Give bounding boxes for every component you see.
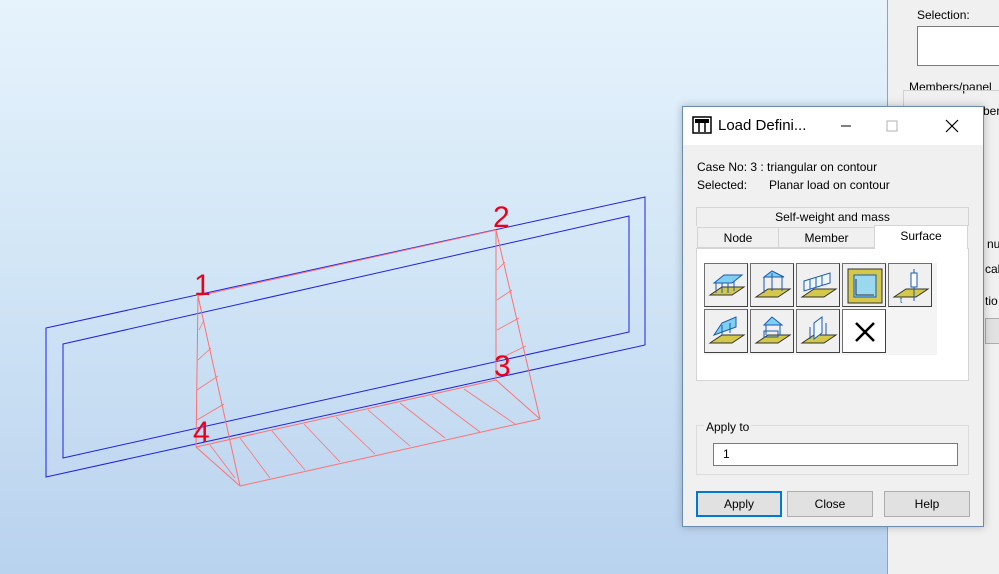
apply-to-label: Apply to — [704, 420, 752, 434]
selected-value: Planar load on contour — [769, 178, 890, 192]
delete-load-button[interactable] — [842, 309, 886, 353]
close-icon — [945, 119, 959, 133]
bg-selection-label: Selection: — [917, 8, 970, 22]
planar-load-on-contour-icon — [708, 316, 746, 344]
in-contour-load-button[interactable] — [750, 309, 794, 353]
maximize-button[interactable] — [869, 107, 915, 145]
node-label-3: 3 — [494, 350, 511, 383]
linear-load-2p-icon — [800, 316, 838, 344]
surface-tab-panel: t — [696, 248, 969, 381]
maximize-icon — [886, 120, 898, 132]
load-hatching — [196, 261, 527, 479]
apply-to-input[interactable]: 1 — [713, 443, 958, 466]
case-info: Case No: 3 : triangular on contour — [697, 160, 878, 174]
app-icon — [692, 116, 712, 134]
tab-surface[interactable]: Surface — [874, 225, 968, 249]
minimize-icon — [841, 125, 851, 127]
bg-clipped-text: ber — [983, 104, 999, 118]
bg-clipped-text: nu — [987, 237, 999, 251]
panel-outer-outline — [45, 196, 646, 478]
hydrostatic-pressure-icon — [847, 268, 883, 304]
linear-load-on-edges-icon — [800, 272, 838, 298]
node-label-2: 2 — [493, 201, 510, 234]
apply-button[interactable]: Apply — [696, 491, 782, 517]
uniform-planar-load-button[interactable] — [704, 263, 748, 307]
bg-selection-field[interactable] — [917, 26, 999, 66]
bg-button[interactable] — [985, 318, 999, 344]
thermal-load-icon: t — [892, 269, 930, 305]
selected-label: Selected: — [697, 178, 748, 192]
planar-load-3-points-button[interactable] — [750, 263, 794, 307]
contour-edge-1-2 — [197, 229, 497, 297]
tab-self-weight-and-mass[interactable]: Self-weight and mass — [696, 207, 969, 226]
node-label-4: 4 — [193, 416, 210, 449]
bg-clipped-text: tio — [985, 294, 998, 308]
planar-load-3-points-icon — [754, 270, 792, 298]
planar-load-on-contour-button[interactable] — [704, 309, 748, 353]
dialog-titlebar[interactable]: Load Defini... — [683, 107, 983, 145]
dialog-title: Load Defini... — [718, 117, 807, 134]
hydrostatic-pressure-button[interactable] — [842, 263, 886, 307]
bg-clipped-text: cal — [985, 262, 999, 276]
selected-info: Selected: Planar load on contour — [697, 178, 890, 192]
linear-load-2p-button[interactable] — [796, 309, 840, 353]
delete-load-icon — [855, 322, 875, 342]
thermal-load-button[interactable]: t — [888, 263, 932, 307]
linear-load-on-edges-button[interactable] — [796, 263, 840, 307]
tab-node[interactable]: Node — [697, 227, 779, 248]
in-contour-load-icon — [754, 316, 792, 344]
node-label-1: 1 — [194, 269, 211, 302]
tab-member[interactable]: Member — [778, 227, 875, 248]
help-button[interactable]: Help — [884, 491, 970, 517]
uniform-planar-load-icon — [708, 274, 746, 296]
close-window-button[interactable] — [929, 107, 975, 145]
panel-inner-outline — [62, 215, 630, 459]
minimize-button[interactable] — [823, 107, 869, 145]
load-definition-dialog: Load Defini... Case No: 3 : triangular o… — [682, 106, 984, 527]
close-button[interactable]: Close — [787, 491, 873, 517]
load-type-grid: t — [704, 263, 937, 355]
